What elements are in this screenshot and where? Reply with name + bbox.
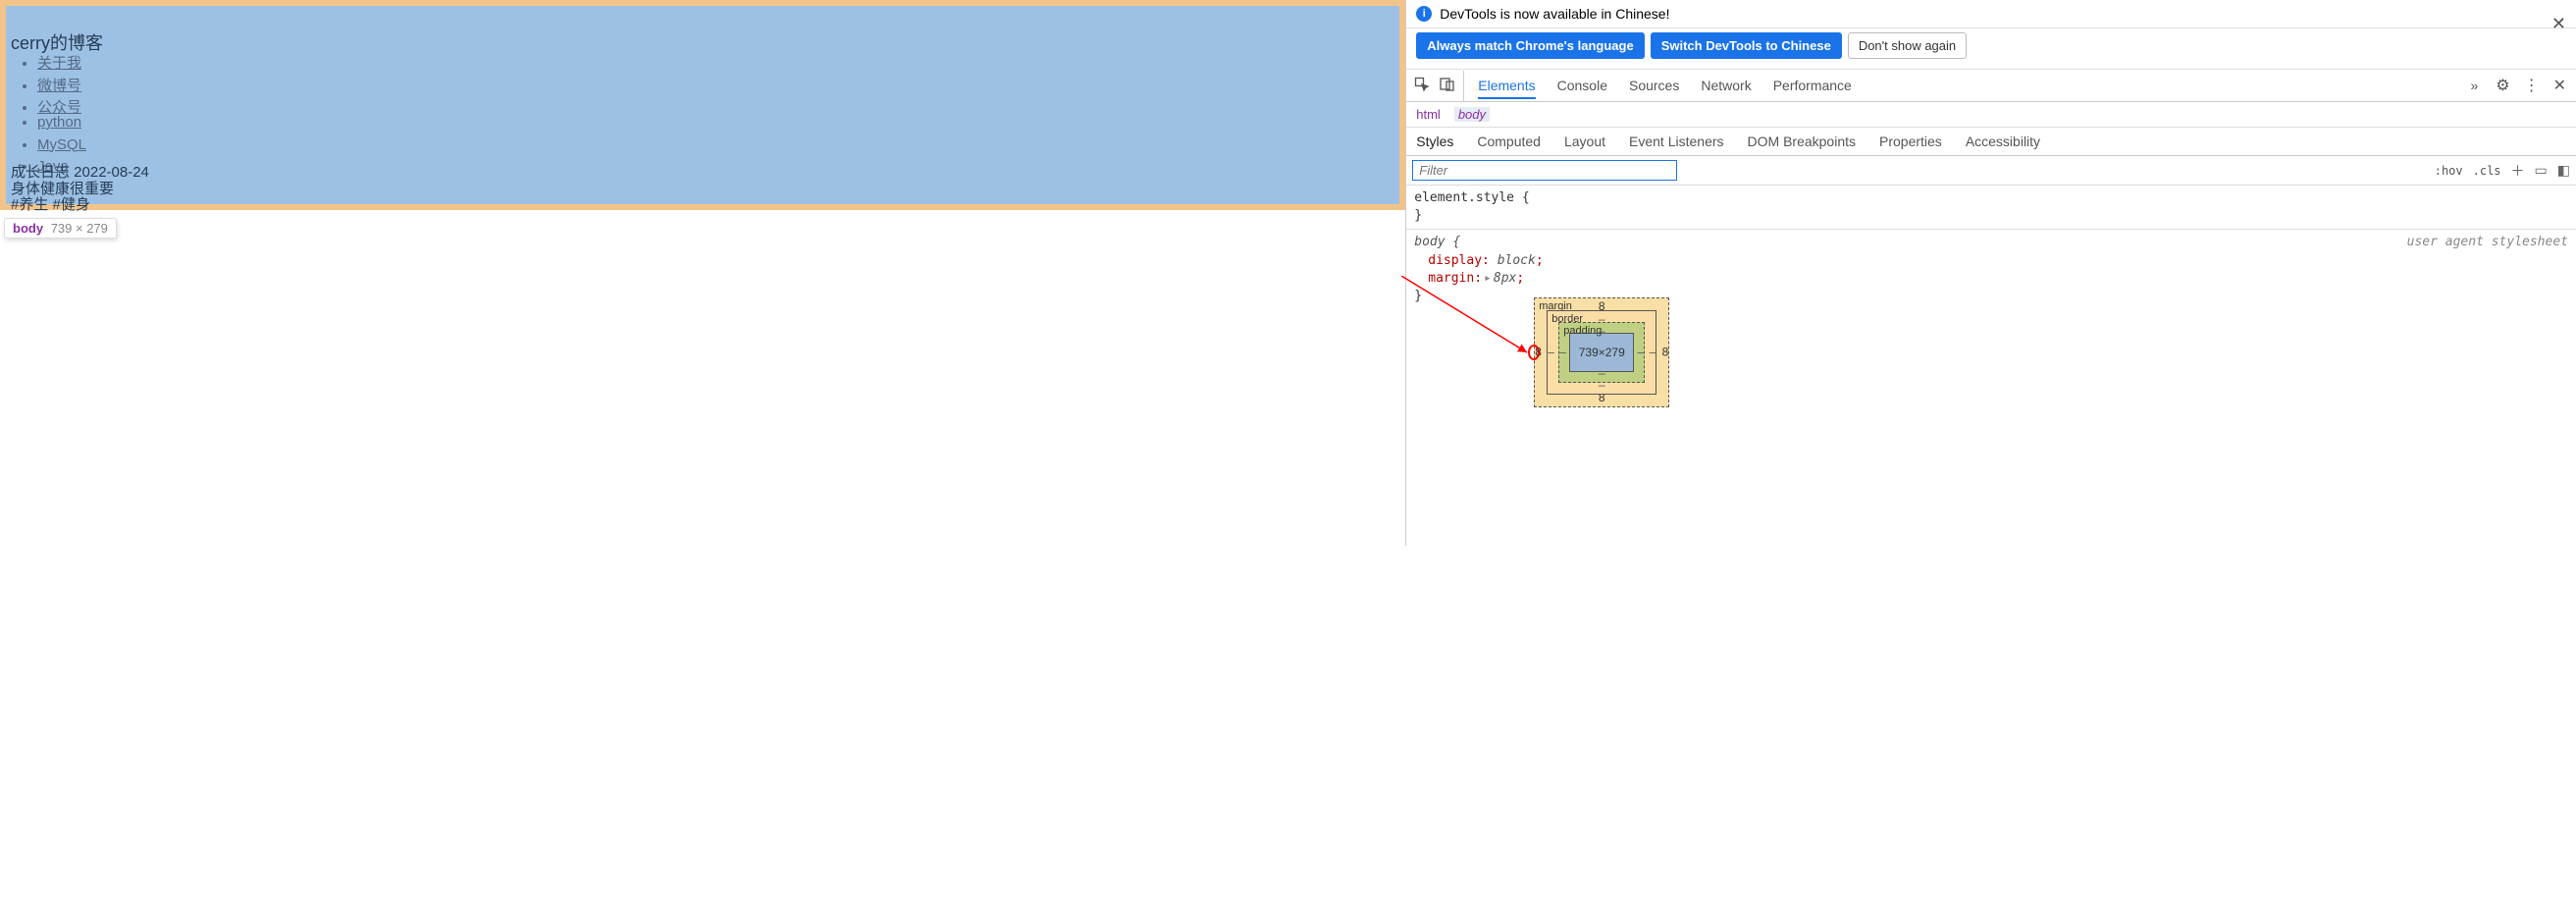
body-selector[interactable]: body { bbox=[1414, 235, 1460, 249]
sidebar-toggle-icon[interactable]: ◧ bbox=[2557, 162, 2570, 179]
kebab-menu-icon[interactable]: ⋮ bbox=[2524, 76, 2540, 95]
list-item: MySQL bbox=[37, 134, 86, 157]
gear-icon[interactable]: ⚙ bbox=[2496, 76, 2509, 95]
subtab-styles[interactable]: Styles bbox=[1416, 134, 1453, 149]
more-tabs-icon[interactable]: » bbox=[2462, 72, 2486, 99]
device-toggle-icon[interactable] bbox=[1440, 77, 1455, 95]
info-text: DevTools is now available in Chinese! bbox=[1440, 6, 1669, 22]
filter-row: :hov .cls ＋ ▭ ◧ bbox=[1406, 156, 2576, 186]
tab-console[interactable]: Console bbox=[1557, 78, 1607, 93]
inspector-tooltip: body 739 × 279 bbox=[4, 218, 117, 239]
subtab-dom-breakpoints[interactable]: DOM Breakpoints bbox=[1748, 134, 1856, 149]
devtools-toolbar: Elements Console Sources Network Perform… bbox=[1406, 70, 2576, 102]
inspect-element-icon[interactable] bbox=[1414, 77, 1430, 95]
link-weibo[interactable]: 微博号 bbox=[37, 78, 81, 94]
tab-elements[interactable]: Elements bbox=[1478, 78, 1535, 99]
breadcrumb-body[interactable]: body bbox=[1454, 107, 1490, 122]
tab-sources[interactable]: Sources bbox=[1629, 78, 1679, 93]
device-preview-icon[interactable]: ▭ bbox=[2535, 162, 2548, 179]
list-item: python bbox=[37, 112, 86, 134]
cls-toggle[interactable]: .cls bbox=[2473, 164, 2501, 178]
page-preview: cerry的博客 关于我 微博号 公众号 python MySQL Java 成… bbox=[0, 0, 1406, 546]
new-style-rule-icon[interactable]: ＋ bbox=[2511, 161, 2525, 181]
styles-subtabs: Styles Computed Layout Event Listeners D… bbox=[1406, 128, 2576, 156]
switch-chinese-button[interactable]: Switch DevTools to Chinese bbox=[1651, 32, 1842, 59]
element-style-selector[interactable]: element.style { bbox=[1414, 190, 1529, 205]
devtools-panel: i DevTools is now available in Chinese! … bbox=[1406, 0, 2576, 546]
growlog-tags: #养生 #健身 bbox=[11, 197, 149, 214]
list-item: 关于我 bbox=[37, 53, 81, 76]
prop-display[interactable]: display bbox=[1428, 253, 1482, 268]
bm-content-size: 739×279 bbox=[1579, 345, 1625, 361]
tooltip-tag: body bbox=[13, 221, 43, 236]
elements-breadcrumb: html body bbox=[1406, 102, 2576, 128]
subtab-properties[interactable]: Properties bbox=[1879, 134, 1942, 149]
prop-margin[interactable]: margin bbox=[1428, 271, 1474, 286]
styles-pane: element.style { } user agent stylesheetb… bbox=[1406, 186, 2576, 546]
info-icon: i bbox=[1416, 6, 1432, 22]
box-model-diagram[interactable]: margin 8 8 8 8 border – – – – padding – bbox=[1534, 297, 1669, 407]
info-bar: i DevTools is now available in Chinese! … bbox=[1406, 0, 2576, 28]
filter-input[interactable] bbox=[1412, 160, 1677, 181]
hov-toggle[interactable]: :hov bbox=[2435, 164, 2463, 178]
tab-network[interactable]: Network bbox=[1701, 78, 1751, 93]
link-mysql[interactable]: MySQL bbox=[37, 136, 86, 153]
bm-padding-label: padding bbox=[1563, 324, 1602, 339]
growlog-line2: 身体健康很重要 bbox=[11, 182, 149, 198]
ua-label: user agent stylesheet bbox=[2407, 234, 2568, 251]
tab-performance[interactable]: Performance bbox=[1773, 78, 1852, 93]
growlog-section: 成长日志 2022-08-24 身体健康很重要 #养生 #健身 bbox=[11, 165, 149, 214]
subtab-computed[interactable]: Computed bbox=[1477, 134, 1541, 149]
close-icon[interactable]: ✕ bbox=[2551, 14, 2566, 34]
subtab-accessibility[interactable]: Accessibility bbox=[1966, 134, 2040, 149]
subtab-event-listeners[interactable]: Event Listeners bbox=[1629, 134, 1724, 149]
subtab-layout[interactable]: Layout bbox=[1564, 134, 1605, 149]
nav-list-1: 关于我 微博号 公众号 bbox=[37, 53, 81, 120]
breadcrumb-html[interactable]: html bbox=[1416, 107, 1441, 122]
language-bar: Always match Chrome's language Switch De… bbox=[1406, 28, 2576, 70]
match-language-button[interactable]: Always match Chrome's language bbox=[1416, 32, 1644, 59]
growlog-date: 成长日志 2022-08-24 bbox=[11, 165, 149, 182]
close-devtools-icon[interactable]: ✕ bbox=[2553, 76, 2566, 95]
highlighted-body: cerry的博客 关于我 微博号 公众号 python MySQL Java 成… bbox=[0, 0, 1405, 210]
list-item: 微博号 bbox=[37, 76, 81, 98]
expand-triangle-icon[interactable]: ▸ bbox=[1484, 270, 1492, 288]
link-python[interactable]: python bbox=[37, 114, 81, 131]
link-about[interactable]: 关于我 bbox=[37, 55, 81, 72]
dont-show-button[interactable]: Don't show again bbox=[1848, 32, 1967, 59]
tooltip-dimensions: 739 × 279 bbox=[51, 221, 108, 236]
